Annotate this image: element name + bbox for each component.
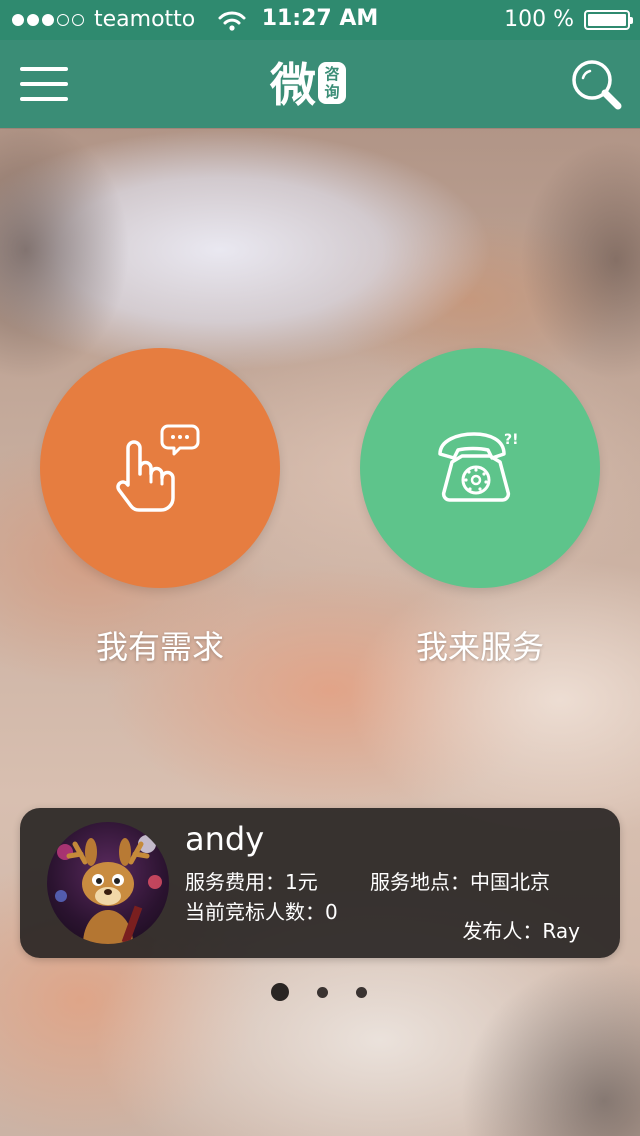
page-dot-3[interactable] bbox=[356, 987, 367, 998]
battery-percent: 100 % bbox=[504, 7, 574, 32]
logo-badge-bottom: 询 bbox=[324, 83, 340, 101]
card-bidders: 当前竞标人数：0 bbox=[185, 900, 338, 924]
logo-main-text: 微 bbox=[270, 58, 316, 112]
card-publisher: 发布人：Ray bbox=[462, 919, 580, 943]
logo-badge-top: 咨 bbox=[324, 65, 340, 83]
service-card[interactable]: andy 服务费用：1元 服务地点：中国北京 当前竞标人数：0 发布人：Ray bbox=[20, 808, 620, 958]
logo-badge: 咨 询 bbox=[318, 62, 346, 104]
menu-button[interactable] bbox=[20, 65, 70, 103]
navigation-bar: 微 咨 询 bbox=[0, 40, 640, 128]
status-bar-right: 100 % bbox=[504, 7, 633, 32]
card-name: andy bbox=[185, 820, 265, 858]
battery-icon bbox=[584, 9, 633, 30]
need-button[interactable] bbox=[40, 348, 280, 588]
page-dot-1[interactable] bbox=[271, 983, 289, 1001]
deer-avatar-icon bbox=[55, 835, 162, 944]
hand-pointer-chat-icon bbox=[116, 424, 200, 512]
serve-button[interactable]: ?! bbox=[360, 348, 600, 588]
app-logo: 微 咨 询 bbox=[270, 54, 372, 116]
search-button[interactable] bbox=[570, 58, 622, 110]
page-indicator bbox=[270, 982, 380, 1002]
status-bar: teamotto 11:27 AM 100 % bbox=[0, 0, 640, 40]
serve-label[interactable]: 我来服务 bbox=[360, 622, 600, 668]
page-dot-2[interactable] bbox=[317, 987, 328, 998]
avatar bbox=[47, 822, 169, 944]
card-location: 服务地点：中国北京 bbox=[370, 870, 550, 894]
search-icon bbox=[572, 60, 622, 110]
card-fee: 服务费用：1元 bbox=[185, 870, 318, 894]
hamburger-menu-icon bbox=[20, 67, 68, 71]
telephone-icon: ?! bbox=[438, 432, 519, 502]
svg-text:?!: ?! bbox=[504, 432, 519, 448]
need-label[interactable]: 我有需求 bbox=[40, 622, 280, 668]
